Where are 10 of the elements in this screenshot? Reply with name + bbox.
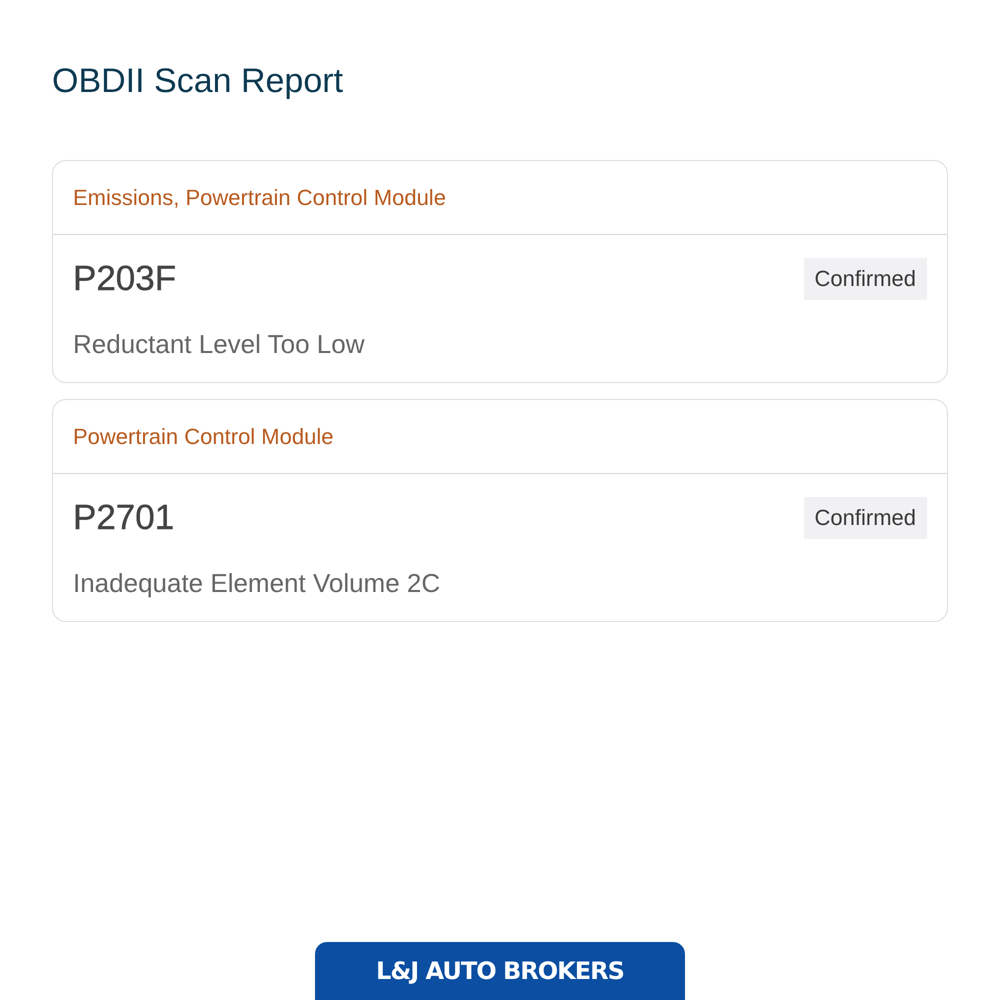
code-description: Inadequate Element Volume 2C (73, 567, 440, 599)
trouble-code: P2701 (73, 497, 174, 539)
code-description: Reductant Level Too Low (73, 328, 364, 360)
brand-logo: L&J AUTO BROKERS (315, 942, 685, 1000)
page-title: OBDII Scan Report (52, 61, 344, 101)
status-badge: Confirmed (804, 258, 927, 300)
status-badge: Confirmed (804, 497, 927, 539)
module-label: Powertrain Control Module (73, 424, 334, 450)
trouble-code: P203F (73, 258, 176, 300)
module-label: Emissions, Powertrain Control Module (73, 184, 446, 210)
